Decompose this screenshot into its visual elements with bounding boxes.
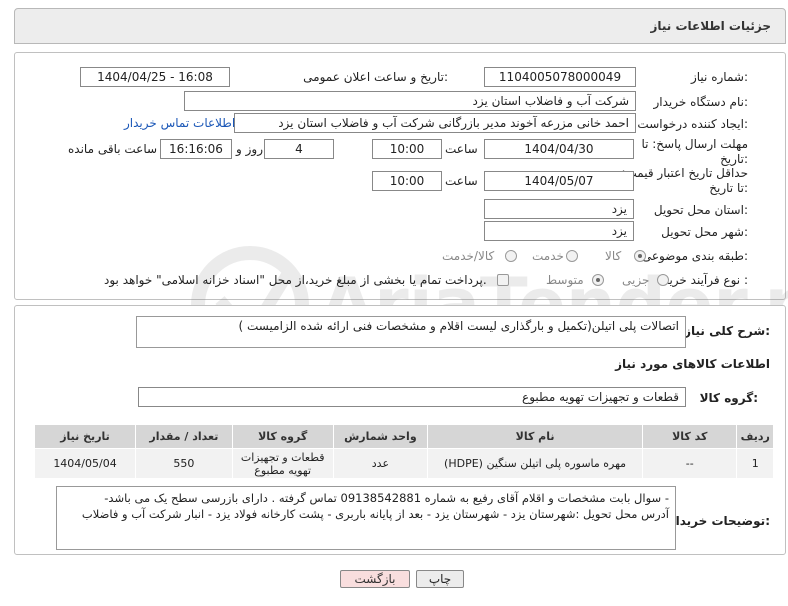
goods-group-label: گروه کالا: xyxy=(699,391,758,405)
deadline-label: مهلت ارسال پاسخ: تا تاریخ: xyxy=(641,137,748,166)
price-validity-time-field: 10:00 xyxy=(372,171,442,191)
category-radio-service[interactable] xyxy=(566,250,578,262)
process-option-minor: جزیی xyxy=(622,273,650,287)
buyer-notes-label: توضیحات خریدار: xyxy=(668,514,770,528)
buyer-notes-field: - سوال بابت مشخصات و اقلام آقای رفیع به … xyxy=(56,486,676,550)
deadline-time-field: 10:00 xyxy=(372,139,442,159)
process-option-medium: متوسط xyxy=(546,273,584,287)
need-number-label: شماره نیاز: xyxy=(690,70,748,84)
col-name: نام کالا xyxy=(427,424,643,449)
deadline-time-label: ساعت xyxy=(445,142,478,156)
province-field: یزد xyxy=(484,199,634,219)
buyer-contact-link[interactable]: اطلاعات تماس خریدار xyxy=(124,116,235,130)
price-validity-time-label: ساعت xyxy=(445,174,478,188)
buyer-notes-line2: آدرس محل تحویل :شهرستان یزد - شهرستان یز… xyxy=(81,507,669,521)
cell-group: قطعات و تجهیزات تهویه مطبوع xyxy=(231,448,334,479)
remaining-days-field: 4 xyxy=(264,139,334,159)
col-unit: واحد شمارش xyxy=(332,424,429,449)
items-table: ردیف کد کالا نام کالا واحد شمارش گروه کا… xyxy=(33,424,774,479)
cell-qty: 550 xyxy=(135,448,233,479)
page-header: جزئیات اطلاعات نیاز xyxy=(14,8,786,44)
need-number-field: 1104005078000049 xyxy=(484,67,636,87)
price-validity-date-field: 1404/05/07 xyxy=(484,171,634,191)
col-row: ردیف xyxy=(736,424,774,449)
requester-field: احمد خانی مزرعه آخوند مدیر بازرگانی شرکت… xyxy=(234,113,636,133)
cell-row: 1 xyxy=(736,448,774,479)
treasury-checkbox[interactable] xyxy=(497,274,509,286)
province-label: استان محل تحویل: xyxy=(653,203,748,217)
col-date: تاریخ نیاز xyxy=(33,424,137,449)
page-title: جزئیات اطلاعات نیاز xyxy=(650,19,771,33)
category-radio-goods[interactable] xyxy=(634,250,646,262)
category-label: طبقه بندی موضوعی: xyxy=(641,249,748,263)
col-code: کد کالا xyxy=(641,424,738,449)
category-option-service: خدمت xyxy=(532,249,564,263)
table-row: 1 -- مهره ماسوره پلی اتیلن سنگین (HDPE) … xyxy=(33,448,774,479)
col-qty: تعداد / مقدار xyxy=(135,424,233,449)
goods-info-title: اطلاعات کالاهای مورد نیاز xyxy=(615,357,770,371)
category-radio-both[interactable] xyxy=(505,250,517,262)
category-option-both: کالا/خدمت xyxy=(442,249,495,263)
process-label: نوع فرآیند خرید : xyxy=(663,273,748,287)
cell-date: 1404/05/04 xyxy=(33,448,137,479)
table-header-row: ردیف کد کالا نام کالا واحد شمارش گروه کا… xyxy=(33,424,774,449)
announce-datetime-field: 1404/04/25 - 16:08 xyxy=(80,67,230,87)
city-field: یزد xyxy=(484,221,634,241)
remaining-label: ساعت باقی مانده xyxy=(68,142,158,156)
cell-name: مهره ماسوره پلی اتیلن سنگین (HDPE) xyxy=(427,448,643,479)
back-button[interactable]: بازگشت xyxy=(340,570,410,588)
print-button[interactable]: چاپ xyxy=(416,570,464,588)
days-label: روز و xyxy=(236,142,263,156)
buyer-org-field: شرکت آب و فاضلاب استان یزد xyxy=(184,91,636,111)
announce-datetime-label: تاریخ و ساعت اعلان عمومی: xyxy=(303,70,448,84)
cell-code: -- xyxy=(641,448,738,479)
price-validity-label: حداقل تاریخ اعتبار قیمت: تا تاریخ: xyxy=(621,166,748,195)
process-radio-medium[interactable] xyxy=(592,274,604,286)
goods-group-field: قطعات و تجهیزات تهویه مطبوع xyxy=(138,387,686,407)
description-label: شرح کلی نیاز: xyxy=(684,324,770,338)
col-group: گروه کالا xyxy=(231,424,334,449)
deadline-date-field: 1404/04/30 xyxy=(484,139,634,159)
process-radio-minor[interactable] xyxy=(657,274,669,286)
remaining-time-field: 16:16:06 xyxy=(160,139,232,159)
buyer-org-label: نام دستگاه خریدار: xyxy=(653,95,749,109)
cell-unit: عدد xyxy=(332,448,429,479)
requester-label: ایجاد کننده درخواست: xyxy=(637,117,748,131)
category-option-goods: کالا xyxy=(605,249,622,263)
buyer-notes-line1: - سوال بابت مشخصات و اقلام آقای رفیع به … xyxy=(104,491,669,505)
city-label: شهر محل تحویل: xyxy=(661,225,748,239)
items-table-wrap: ردیف کد کالا نام کالا واحد شمارش گروه کا… xyxy=(33,424,774,479)
description-field: اتصالات پلی اتیلن(تکمیل و بارگذاری لیست … xyxy=(136,316,686,348)
treasury-note: پرداخت تمام یا بخشی از مبلغ خرید،از محل … xyxy=(104,273,487,287)
